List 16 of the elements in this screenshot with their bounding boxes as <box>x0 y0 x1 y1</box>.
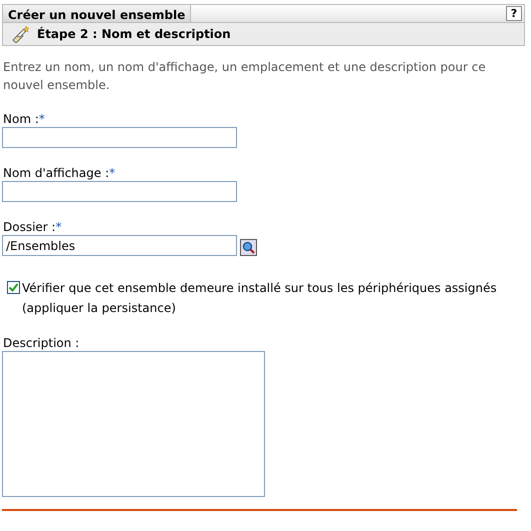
checkbox-label: Vérifier que cet ensemble demeure installé sur tous les périphériques assignés (appliquer la persistance) <box>22 280 498 317</box>
field-label: Dossier :* <box>3 220 63 234</box>
field-label: Nom :* <box>3 112 46 126</box>
search-button[interactable] <box>240 239 257 256</box>
wand-icon <box>11 25 31 43</box>
help-button[interactable]: ? <box>506 6 522 21</box>
input-field[interactable] <box>2 127 237 148</box>
folder-field[interactable]: /Ensembles <box>2 235 237 256</box>
description-field[interactable] <box>2 351 265 497</box>
checkbox[interactable] <box>7 281 20 294</box>
field-label: Description : <box>3 336 80 350</box>
panel-tab[interactable]: Créer un nouvel ensemble <box>3 5 192 22</box>
intro-text: Entrez un nom, un nom d'affichage, un emplacement et une description pour ce nouvel ensemble. <box>3 59 487 94</box>
field-label: Nom d'affichage :* <box>3 166 116 180</box>
step-title: Étape 2 : Nom et description <box>37 26 231 43</box>
input-field[interactable] <box>2 181 237 202</box>
